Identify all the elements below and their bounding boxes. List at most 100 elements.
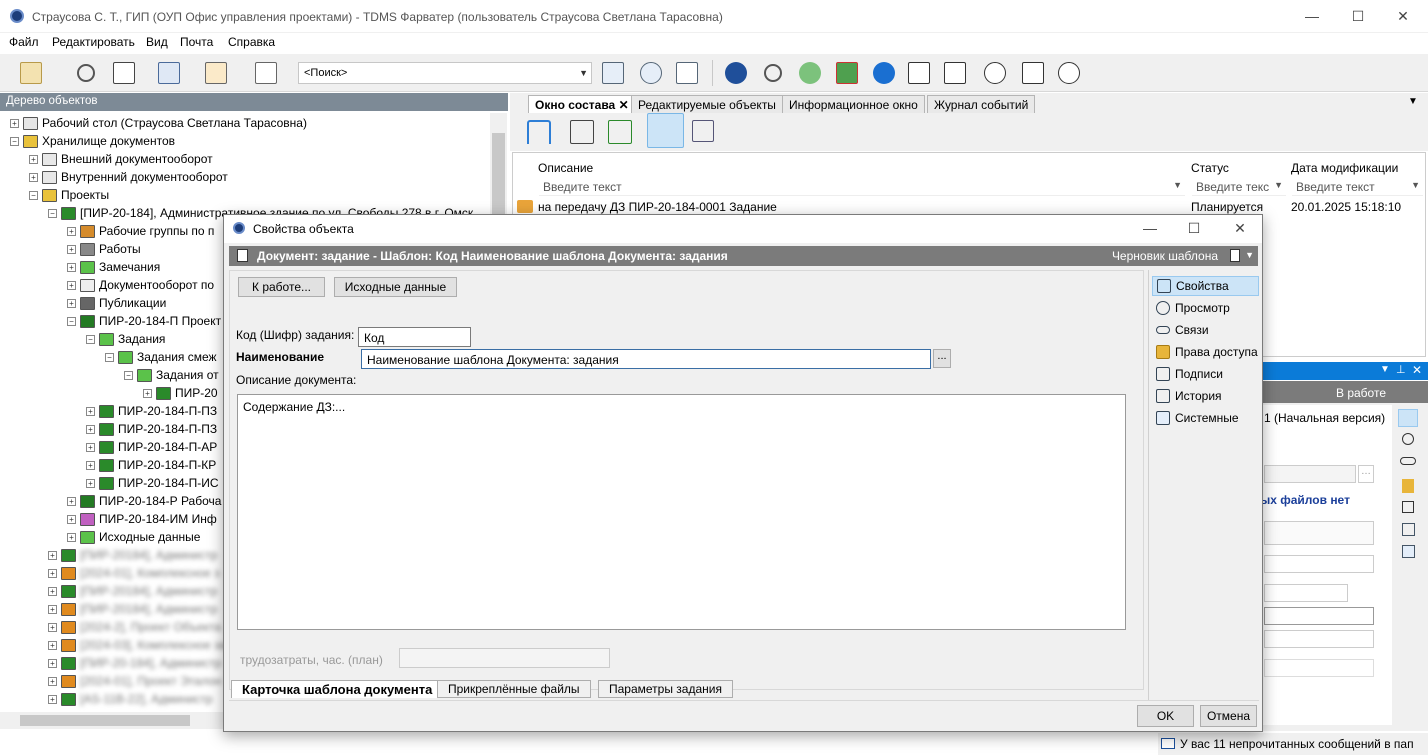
collapse-icon[interactable]: −	[29, 190, 38, 200]
side-item-access[interactable]: Права доступа	[1152, 342, 1259, 362]
menu-file[interactable]: Файл	[9, 35, 39, 49]
globe-icon[interactable]	[1058, 62, 1080, 84]
field[interactable]	[1264, 630, 1374, 648]
tree-node[interactable]: + [2024-03], Комплексное за	[48, 636, 226, 654]
menu-edit[interactable]: Редактировать	[52, 35, 135, 49]
col-description[interactable]: Описание	[538, 161, 593, 175]
expand-icon[interactable]: +	[86, 442, 95, 452]
expand-icon[interactable]: +	[29, 172, 38, 182]
expand-icon[interactable]: +	[10, 118, 19, 128]
collapse-icon[interactable]: −	[48, 208, 57, 218]
tab-template-card[interactable]: Карточка шаблона документа	[231, 680, 444, 698]
tab-event-log[interactable]: Журнал событий	[927, 95, 1036, 113]
side-item-history[interactable]: История	[1152, 386, 1259, 406]
collapse-icon[interactable]: −	[105, 352, 114, 362]
dialog-minimize-button[interactable]: —	[1140, 220, 1160, 238]
tab-edited-objects[interactable]: Редактируемые объекты	[631, 95, 783, 113]
expand-icon[interactable]: +	[48, 550, 57, 560]
side-item-view[interactable]: Просмотр	[1152, 298, 1259, 318]
tree-node[interactable]: − Хранилище документов	[10, 132, 175, 150]
tree-node[interactable]: + Внешний документооборот	[29, 150, 213, 168]
mail-edit-icon[interactable]	[205, 62, 227, 84]
sign-icon[interactable]	[1402, 501, 1414, 513]
labor-input[interactable]	[399, 648, 610, 668]
tree-node[interactable]: − Задания от	[124, 366, 219, 384]
tree-node[interactable]: + [2024-2], Проект Объекта	[48, 618, 221, 636]
status-menu-icon[interactable]	[1230, 249, 1240, 262]
close-button[interactable]: ✕	[1393, 8, 1413, 26]
properties-icon[interactable]	[1398, 409, 1418, 427]
filter-clear-icon[interactable]	[692, 120, 714, 142]
doc-down-icon[interactable]	[908, 62, 930, 84]
links-icon[interactable]	[1400, 457, 1416, 465]
search-folder-icon[interactable]	[602, 62, 624, 84]
spin-field[interactable]	[1264, 521, 1374, 545]
tree-node[interactable]: + ПИР-20-184-П-ПЗ	[86, 420, 217, 438]
reload-icon[interactable]	[764, 64, 782, 82]
dialog-maximize-button[interactable]: ☐	[1184, 220, 1204, 238]
tree-node[interactable]: + Работы	[67, 240, 141, 258]
expand-icon[interactable]: +	[67, 514, 76, 524]
key-icon[interactable]	[1402, 479, 1414, 493]
tree-node[interactable]: + Рабочий стол (Страусова Светлана Тарасо…	[10, 114, 307, 132]
field[interactable]	[1264, 465, 1356, 483]
expand-icon[interactable]: +	[48, 568, 57, 578]
field[interactable]	[1264, 659, 1374, 677]
close-icon[interactable]: ✕	[1412, 363, 1422, 377]
tab-task-parameters[interactable]: Параметры задания	[598, 680, 733, 698]
window-icon[interactable]	[113, 62, 135, 84]
tree-node[interactable]: + [ПИР-20184], Администр	[48, 600, 217, 618]
search-input[interactable]: <Поиск> ▼	[298, 62, 592, 84]
expand-icon[interactable]: +	[86, 478, 95, 488]
history-icon[interactable]	[1402, 523, 1415, 536]
user-search-icon[interactable]	[640, 62, 662, 84]
chevron-down-icon[interactable]: ▼	[579, 68, 588, 78]
expand-icon[interactable]: +	[86, 406, 95, 416]
name-input[interactable]: Наименование шаблона Документа: задания	[361, 349, 931, 369]
tree-node[interactable]: − ПИР-20-184-П Проект	[67, 312, 221, 330]
tree-node[interactable]: + Рабочие группы по п	[67, 222, 214, 240]
chevron-down-icon[interactable]: ▼	[1245, 250, 1254, 260]
tree-node[interactable]: − Проекты	[29, 186, 109, 204]
tree-node[interactable]: + [ПИР-20184], Администр	[48, 546, 217, 564]
chat-icon[interactable]	[984, 62, 1006, 84]
farvater-icon[interactable]	[725, 62, 747, 84]
side-item-links[interactable]: Связи	[1152, 320, 1259, 340]
expand-icon[interactable]: +	[48, 640, 57, 650]
users-sync-icon[interactable]	[799, 62, 821, 84]
expand-icon[interactable]: +	[86, 424, 95, 434]
expand-icon[interactable]: +	[48, 676, 57, 686]
tree-node[interactable]: − Задания смеж	[105, 348, 217, 366]
up-arrow-icon[interactable]	[527, 120, 551, 144]
send-icon[interactable]	[255, 62, 277, 84]
tree-node[interactable]: − Задания	[86, 330, 165, 348]
name-ellipsis-button[interactable]: ...	[933, 349, 951, 368]
expand-icon[interactable]: +	[67, 244, 76, 254]
tree-node[interactable]: + [AS-11B-22], Администр	[48, 690, 213, 708]
expand-icon[interactable]: +	[143, 388, 152, 398]
tab-attached-files[interactable]: Прикреплённые файлы	[437, 680, 591, 698]
side-item-signatures[interactable]: Подписи	[1152, 364, 1259, 384]
col-modified[interactable]: Дата модификации	[1291, 161, 1398, 175]
tabs-menu-icon[interactable]: ▼	[1408, 96, 1418, 107]
tree-node[interactable]: + ПИР-20-184-П-КР	[86, 456, 216, 474]
expand-icon[interactable]: +	[67, 226, 76, 236]
remove-user-icon[interactable]	[836, 62, 858, 84]
doc-up-icon[interactable]	[944, 62, 966, 84]
expand-icon[interactable]: +	[67, 496, 76, 506]
select-field[interactable]	[1264, 607, 1374, 625]
filter-icon[interactable]	[647, 113, 684, 148]
tree-node[interactable]: + [ПИР-20-184], Администр	[48, 654, 221, 672]
expand-icon[interactable]: +	[67, 298, 76, 308]
menu-view[interactable]: Вид	[146, 35, 168, 49]
collapse-icon[interactable]: −	[124, 370, 133, 380]
tab-composition[interactable]: Окно состава ✕	[528, 95, 636, 113]
tree-node[interactable]: + ПИР-20-184-Р Рабоча	[67, 492, 221, 510]
expand-icon[interactable]: +	[67, 262, 76, 272]
view-icon[interactable]	[1402, 433, 1414, 445]
code-input[interactable]: Код	[358, 327, 471, 347]
expand-icon[interactable]: +	[48, 586, 57, 596]
tree-node[interactable]: + Исходные данные	[67, 528, 200, 546]
excel-export-icon[interactable]	[608, 120, 632, 144]
tree-node[interactable]: + ПИР-20	[143, 384, 218, 402]
